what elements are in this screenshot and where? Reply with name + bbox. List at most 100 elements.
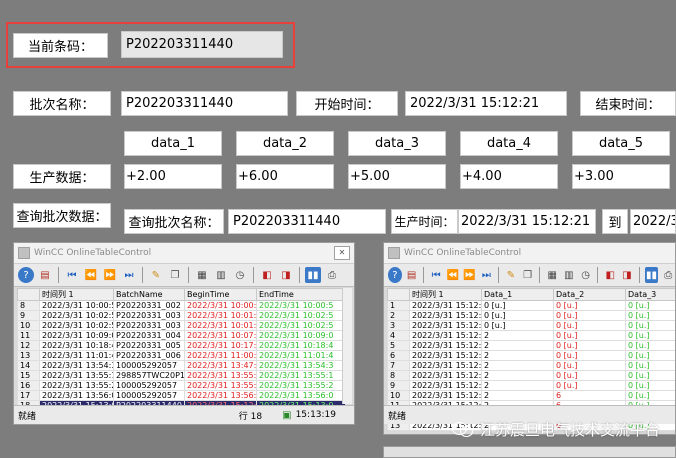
table-row[interactable]: 17 2022/3/31 13:56:0 100005292057 2022/3/31… (17, 390, 346, 401)
copy-icon[interactable]: ❐ (167, 267, 183, 283)
print-icon[interactable]: ⎙ (324, 267, 340, 283)
batch-table-header: 时间列 1 BatchName BeginTime EndTime (17, 288, 346, 301)
config-icon[interactable]: ▤ (37, 267, 53, 283)
table-row[interactable]: 2 2022/3/31 15:12:2 0 [u.] 0 [u.] 0 [u.] (387, 310, 675, 321)
table-row[interactable]: 3 2022/3/31 15:12:2 0 [u.] 0 [u.] 0 [u.] (387, 320, 675, 331)
status-ready: 就绪 (18, 411, 37, 422)
prev-icon[interactable]: ⏪ (83, 267, 99, 283)
table-cell: 2022/3/31 13:55:0 (184, 370, 257, 381)
table-row[interactable]: 12 2022/3/31 10:18:4 P20220331_005 2022/3/3… (17, 340, 346, 351)
prev-icon[interactable]: ⏪ (446, 267, 460, 283)
toolbar-separator (638, 267, 640, 283)
edit-icon[interactable]: ✎ (148, 267, 164, 283)
table-cell: 2 (481, 390, 554, 401)
table-row[interactable]: 14 2022/3/31 13:54:3 100005292057 2022/3/31… (17, 360, 346, 371)
data-header-5: data_5 (572, 131, 670, 156)
column-header[interactable]: BeginTime (184, 288, 257, 301)
next-icon[interactable]: ⏩ (463, 267, 477, 283)
table-row[interactable]: 5 2022/3/31 15:12:2 2 0 [u.] 0 [u.] (387, 340, 675, 351)
batch-table-scrollbar[interactable] (342, 288, 352, 404)
table-cell: 2022/3/31 15:12:2 (409, 310, 482, 321)
table-cell: 2022/3/31 10:02:5 (256, 320, 346, 331)
production-time-start-field[interactable]: 2022/3/31 15:12:21 (458, 209, 596, 234)
edit-icon[interactable]: ✎ (504, 267, 518, 283)
table-row[interactable]: 8 2022/3/31 15:12:2 2 0 [u.] 0 [u.] (387, 370, 675, 381)
stop-icon[interactable]: ▮▮ (305, 267, 321, 283)
next-icon[interactable]: ⏩ (102, 267, 118, 283)
column-select-icon[interactable]: ▥ (213, 267, 229, 283)
status-row: 行 18 (238, 411, 263, 422)
export-icon[interactable]: ◧ (603, 267, 617, 283)
column-header[interactable]: Data_3 (625, 288, 675, 301)
last-icon[interactable]: ⏭ (479, 267, 493, 283)
table-row[interactable]: 6 2022/3/31 15:12:2 2 0 [u.] 0 [u.] (387, 350, 675, 361)
table-row[interactable]: 7 2022/3/31 15:12:2 2 0 [u.] 0 [u.] (387, 360, 675, 371)
column-header[interactable]: BatchName (113, 288, 185, 301)
first-icon[interactable]: ⏮ (429, 267, 443, 283)
first-icon[interactable]: ⏮ (64, 267, 80, 283)
time-range-icon[interactable]: ◷ (579, 267, 593, 283)
import-icon[interactable]: ◨ (278, 267, 294, 283)
toolbar-separator (253, 267, 254, 283)
batch-table-control: WinCC OnlineTableControl ✕ ? ▤ ⏮ ⏪ ⏩ ⏭ ✎… (13, 242, 355, 425)
table-row[interactable]: 4 2022/3/31 15:12:2 2 0 [u.] 0 [u.] (387, 330, 675, 341)
start-time-field[interactable]: 2022/3/31 15:12:21 (405, 91, 567, 116)
stop-icon[interactable]: ▮▮ (644, 267, 659, 283)
column-header[interactable]: 时间列 1 (39, 288, 114, 301)
column-header[interactable] (17, 288, 40, 301)
batch-table-statusbar: 就绪 行 18 ▣ 15:13:19 (14, 405, 354, 424)
table-row[interactable]: 10 2022/3/31 10:02:5 P20220331_003 2022/3/3… (17, 320, 346, 331)
time-range-icon[interactable]: ◷ (232, 267, 248, 283)
query-batch-name-field[interactable]: P202203311440 (228, 209, 386, 234)
config-icon[interactable]: ▤ (405, 267, 419, 283)
toolbar-separator (498, 267, 500, 283)
network-icon: ▣ (282, 409, 292, 421)
query-batch-name-label: 查询批次名称： (124, 209, 224, 234)
copy-icon[interactable]: ❐ (521, 267, 535, 283)
column-select-icon[interactable]: ▥ (562, 267, 576, 283)
production-value-4: +4.00 (460, 164, 558, 189)
column-header[interactable]: Data_1 (481, 288, 554, 301)
table-cell: 2 (481, 330, 554, 341)
last-icon[interactable]: ⏭ (121, 267, 137, 283)
table-cell: 13 (17, 350, 40, 361)
table-row[interactable]: 15 2022/3/31 13:55:1 298857TWC20P12 2022/3/… (17, 370, 346, 381)
column-header[interactable]: 时间列 1 (409, 288, 482, 301)
table-row[interactable]: 10 2022/3/31 15:12:3 2 6 0 [u.] (387, 390, 675, 401)
table-cell: 2022/3/31 10:18:4 (256, 340, 346, 351)
toolbar-separator (299, 267, 300, 283)
select-archive-icon[interactable]: ▦ (545, 267, 559, 283)
column-header[interactable] (387, 288, 410, 301)
print-icon[interactable]: ⎙ (661, 267, 675, 283)
production-data-label: 生产数据： (13, 164, 111, 189)
select-archive-icon[interactable]: ▦ (194, 267, 210, 283)
production-value-5: +3.00 (572, 164, 670, 189)
table-cell: 2022/3/31 15:12:2 (409, 320, 482, 331)
table-row[interactable]: 9 2022/3/31 15:12:2 2 0 [u.] 0 [u.] (387, 380, 675, 391)
toolbar-separator (188, 267, 189, 283)
table-row[interactable]: 16 2022/3/31 13:55:2 100005292057 2022/3/31… (17, 380, 346, 391)
table-cell: 2022/3/31 13:55:1 (256, 370, 346, 381)
table-cell: P20220331_005 (113, 340, 185, 351)
table-cell: 2022/3/31 13:56:0 (39, 390, 114, 401)
column-header[interactable]: Data_2 (553, 288, 626, 301)
export-icon[interactable]: ◧ (259, 267, 275, 283)
batch-name-field[interactable]: P202203311440 (121, 91, 288, 116)
help-icon[interactable]: ? (388, 267, 402, 283)
column-header[interactable]: EndTime (256, 288, 346, 301)
table-row[interactable]: 11 2022/3/31 10:09:0 P20220331_004 2022/3/3… (17, 330, 346, 341)
table-cell: 2022/3/31 10:01:4 (184, 320, 257, 331)
table-cell: 2022/3/31 13:56:0 (256, 390, 346, 401)
table-row[interactable]: 8 2022/3/31 10:00:5 P20220331_002 2022/3/31… (17, 300, 346, 311)
import-icon[interactable]: ◨ (620, 267, 634, 283)
start-time-label: 开始时间： (296, 91, 398, 116)
current-barcode-field[interactable]: P202203311440 (121, 31, 283, 58)
table-row[interactable]: 9 2022/3/31 10:02:5 P20220331_003 2022/3/31… (17, 310, 346, 321)
help-icon[interactable]: ? (18, 267, 34, 283)
production-time-end-field[interactable]: 2022/3/ (630, 209, 676, 234)
table-row[interactable]: 1 2022/3/31 15:12:2 0 [u.] 0 [u.] 0 [u.] (387, 300, 675, 311)
table-row[interactable]: 13 2022/3/31 11:01:4 P20220331_006 2022/3/3… (17, 350, 346, 361)
close-icon[interactable]: ✕ (334, 246, 350, 260)
table-cell: 2022/3/31 11:01:4 (256, 350, 346, 361)
table-cell: 2022/3/31 15:12:2 (409, 380, 482, 391)
